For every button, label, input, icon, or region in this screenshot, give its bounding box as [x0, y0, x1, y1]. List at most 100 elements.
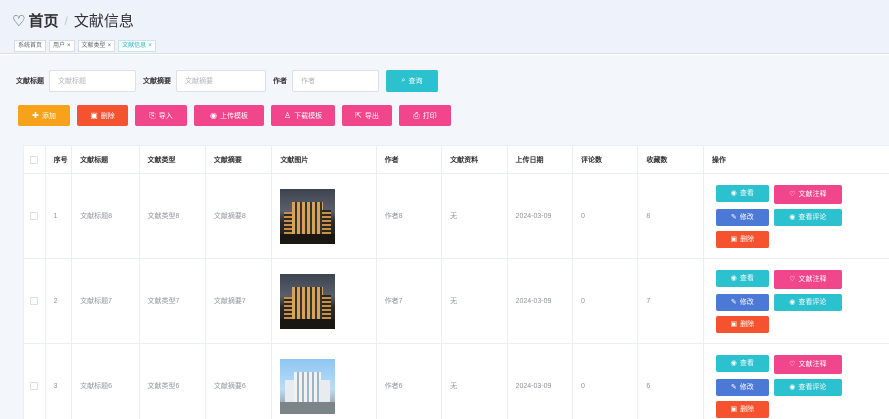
column-header: 评论数	[573, 146, 639, 173]
tag-home[interactable]: 系统首页	[14, 39, 47, 52]
eye-icon: ◉	[789, 299, 796, 306]
abstract-cell: 文献摘要6	[206, 344, 273, 419]
comments-cell: 0	[573, 259, 639, 343]
view-comments-button[interactable]: ◉ 查看评论	[773, 293, 842, 311]
tag-doc-info[interactable]: 文献信息 ×	[118, 39, 156, 52]
abstract-cell: 文献摘要8	[206, 174, 273, 258]
edit-button[interactable]: ✎ 修改	[715, 208, 769, 226]
main-content: 文献标题 文献摘要 作者 ⌕ 查询 ✚添加 ▣删除 ⎘导入 ◉上传模板 ♙下载模…	[0, 55, 889, 419]
author-cell: 作者7	[377, 259, 443, 343]
title-cell: 文献标题7	[72, 259, 140, 343]
row-delete-button[interactable]: ▣ 删除	[715, 400, 769, 418]
download-template-label: 下载模板	[294, 112, 323, 120]
title-search-input[interactable]	[49, 70, 136, 92]
view-comments-button[interactable]: ◉ 查看评论	[773, 378, 842, 396]
actions-cell: ◉ 查看 ♡ 文献注释 ✎ 修改 ◉ 查看评论 ▣ 删除	[704, 344, 889, 419]
view-button[interactable]: ◉ 查看	[715, 184, 769, 202]
index-cell: 2	[46, 259, 73, 343]
heart-icon: ♡	[789, 276, 796, 283]
tag-doc-type[interactable]: 文献类型 ×	[77, 39, 116, 52]
edit-button[interactable]: ✎ 修改	[715, 293, 769, 311]
import-button[interactable]: ⎘ 导入	[135, 105, 187, 126]
note-label: 文献注释	[798, 276, 827, 283]
close-icon[interactable]: ×	[148, 43, 152, 49]
edit-icon: ✎	[730, 384, 737, 391]
author-cell: 作者6	[377, 344, 443, 419]
author-search-input[interactable]	[292, 70, 379, 92]
favorites-cell: 7	[638, 259, 704, 343]
view-label: 查看	[739, 190, 754, 197]
column-header: 作者	[377, 146, 443, 173]
edit-label: 修改	[739, 384, 754, 391]
add-button[interactable]: ✚ 添加	[18, 105, 70, 126]
close-icon[interactable]: ×	[108, 43, 112, 49]
view-comments-button[interactable]: ◉ 查看评论	[773, 208, 842, 226]
tags-view-bar: 系统首页 用户 × 文献类型 × 文献信息 ×	[0, 38, 889, 54]
export-button[interactable]: ⇱ 导出	[342, 105, 392, 126]
table-row: 3 文献标题6 文献类型6 文献摘要6 作者6 无 2024-03-09 0 6…	[24, 344, 889, 419]
search-form: 文献标题 文献摘要 作者 ⌕ 查询	[16, 70, 438, 92]
edit-button[interactable]: ✎ 修改	[715, 378, 769, 396]
eye-icon: ◉	[730, 190, 737, 197]
row-checkbox[interactable]	[30, 297, 38, 305]
breadcrumb-home[interactable]: 首页	[28, 10, 58, 31]
search-icon: ⌕	[401, 77, 406, 84]
column-header: 文献摘要	[206, 146, 273, 173]
tag-user[interactable]: 用户 ×	[49, 39, 75, 52]
abstract-cell: 文献摘要7	[206, 259, 273, 343]
image-cell	[272, 344, 377, 419]
close-icon[interactable]: ×	[67, 43, 71, 49]
note-label: 文献注释	[798, 361, 827, 368]
actions-cell: ◉ 查看 ♡ 文献注释 ✎ 修改 ◉ 查看评论 ▣ 删除	[704, 174, 889, 258]
column-header: 文献标题	[72, 146, 140, 173]
index-cell: 3	[46, 344, 73, 419]
header-bar: ♡ 首页 / 文献信息	[0, 0, 889, 38]
document-thumbnail[interactable]	[280, 358, 336, 414]
print-button[interactable]: ⎙ 打印	[399, 105, 451, 126]
note-button[interactable]: ♡ 文献注释	[773, 269, 842, 289]
material-cell: 无	[442, 344, 508, 419]
document-thumbnail[interactable]	[280, 273, 336, 329]
row-delete-button[interactable]: ▣ 删除	[715, 315, 769, 333]
import-icon: ⎘	[149, 110, 156, 120]
note-button[interactable]: ♡ 文献注释	[773, 184, 842, 204]
column-header: 操作	[711, 156, 726, 164]
author-cell: 作者8	[377, 174, 443, 258]
import-label: 导入	[158, 112, 173, 120]
view-label: 查看	[739, 360, 754, 367]
document-thumbnail[interactable]	[280, 188, 336, 244]
view-button[interactable]: ◉ 查看	[715, 269, 769, 287]
row-delete-button[interactable]: ▣ 删除	[715, 230, 769, 248]
trash-icon: ▣	[730, 236, 738, 243]
view-comments-label: 查看评论	[798, 214, 827, 221]
material-cell: 无	[442, 174, 508, 258]
select-all-checkbox[interactable]	[30, 155, 38, 164]
plus-icon: ✚	[32, 111, 39, 120]
view-button[interactable]: ◉ 查看	[715, 354, 769, 372]
download-template-button[interactable]: ♙ 下载模板	[271, 105, 335, 126]
row-delete-label: 删除	[740, 236, 755, 243]
image-cell	[272, 174, 377, 258]
type-cell: 文献类型8	[140, 174, 206, 258]
image-cell	[272, 259, 377, 343]
eye-icon: ◉	[730, 275, 737, 282]
view-comments-label: 查看评论	[798, 384, 827, 391]
row-checkbox[interactable]	[30, 212, 38, 220]
abstract-search-input[interactable]	[176, 70, 266, 92]
index-cell: 1	[46, 174, 73, 258]
note-button[interactable]: ♡ 文献注释	[773, 354, 842, 374]
row-checkbox[interactable]	[30, 382, 38, 390]
delete-button[interactable]: ▣ 删除	[77, 105, 128, 126]
favorites-cell: 6	[638, 344, 704, 419]
add-label: 添加	[41, 112, 56, 120]
trash-icon: ▣	[90, 111, 98, 120]
breadcrumb-current: 文献信息	[73, 13, 134, 30]
query-button[interactable]: ⌕ 查询	[386, 70, 438, 92]
view-comments-label: 查看评论	[798, 299, 827, 306]
heart-icon: ♡	[789, 191, 796, 198]
comments-cell: 0	[573, 344, 639, 419]
comments-cell: 0	[573, 174, 639, 258]
row-delete-label: 删除	[740, 406, 755, 413]
column-header: 文献图片	[272, 146, 377, 173]
upload-template-button[interactable]: ◉ 上传模板	[194, 105, 264, 126]
